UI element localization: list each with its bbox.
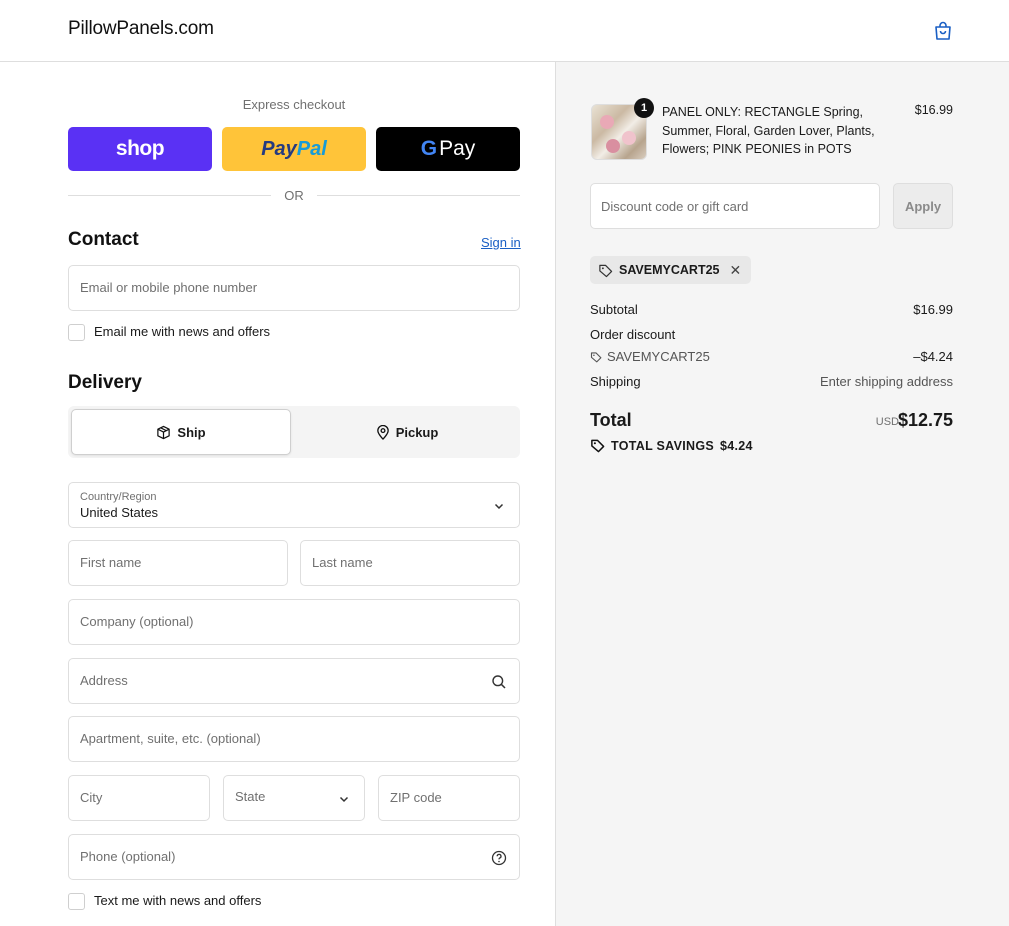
sign-in-link[interactable]: Sign in — [481, 235, 521, 250]
city-field[interactable]: City — [68, 775, 210, 821]
paypal-label-pal: Pal — [296, 137, 327, 160]
order-summary: 1 PANEL ONLY: RECTANGLE Spring, Summer, … — [556, 62, 1009, 926]
google-pay-label: Pay — [439, 137, 476, 160]
tag-icon — [591, 439, 605, 453]
apartment-placeholder: Apartment, suite, etc. (optional) — [80, 731, 261, 746]
email-field[interactable]: Email or mobile phone number — [68, 265, 520, 311]
apply-button[interactable]: Apply — [893, 183, 953, 229]
savings-label: TOTAL SAVINGS — [611, 438, 714, 453]
shipping-label: Shipping — [590, 374, 641, 389]
first-name-field[interactable]: First name — [68, 540, 288, 586]
chevron-down-icon — [339, 796, 349, 803]
flower-shape — [600, 115, 614, 129]
phone-placeholder: Phone (optional) — [80, 849, 176, 864]
text-news-label: Text me with news and offers — [94, 893, 262, 908]
savings-value: $4.24 — [719, 438, 753, 453]
order-discount-label: Order discount — [590, 327, 676, 342]
help-circle-icon[interactable] — [491, 850, 507, 866]
box-icon — [157, 425, 171, 439]
contact-title: Contact — [68, 229, 139, 250]
subtotal-value: $16.99 — [913, 302, 953, 317]
phone-field[interactable]: Phone (optional) — [68, 834, 520, 880]
state-placeholder: State — [235, 789, 266, 804]
first-name-placeholder: First name — [80, 555, 142, 570]
zip-placeholder: ZIP code — [390, 790, 442, 805]
express-checkout-label: Express checkout — [242, 97, 346, 112]
total-value: $12.75 — [897, 410, 953, 430]
google-pay-button[interactable]: G Pay — [376, 127, 520, 171]
checkout-form: Express checkout shop Pay Pal G Pay OR Co… — [0, 62, 556, 926]
last-name-placeholder: Last name — [312, 555, 373, 570]
search-icon — [492, 675, 506, 689]
quantity-badge: 1 — [634, 98, 654, 118]
country-value: United States — [80, 505, 159, 520]
google-g-icon: G — [420, 137, 438, 160]
store-logo[interactable]: PillowPanels.com — [68, 18, 214, 40]
city-placeholder: City — [80, 790, 103, 805]
tag-icon — [590, 351, 602, 362]
paypal-button[interactable]: Pay Pal — [222, 127, 366, 171]
discount-code-text: SAVEMYCART25 — [607, 349, 710, 364]
delivery-method-toggle: Ship Pickup — [68, 406, 520, 458]
chevron-down-icon — [494, 503, 504, 510]
total-savings: TOTAL SAVINGS $4.24 — [590, 438, 753, 453]
pickup-label: Pickup — [395, 424, 439, 440]
paypal-label-pay: Pay — [261, 137, 297, 160]
discount-chip-code: SAVEMYCART25 — [619, 263, 720, 277]
tag-icon — [599, 264, 613, 277]
header: PillowPanels.com — [0, 0, 1009, 62]
shop-pay-label: shop — [115, 137, 165, 160]
country-label: Country/Region — [80, 491, 157, 503]
discount-chip: SAVEMYCART25 ✕ — [590, 256, 752, 284]
zip-field[interactable]: ZIP code — [378, 775, 520, 821]
or-label: OR — [284, 188, 304, 203]
state-select[interactable]: State — [223, 775, 365, 821]
email-news-checkbox[interactable] — [68, 324, 85, 341]
last-name-field[interactable]: Last name — [300, 540, 520, 586]
company-field[interactable]: Company (optional) — [68, 599, 520, 645]
product-price: $16.99 — [914, 103, 953, 117]
or-divider: OR — [68, 186, 520, 204]
email-news-label: Email me with news and offers — [94, 324, 271, 339]
pickup-option[interactable]: Pickup — [297, 409, 517, 455]
discount-code-row: SAVEMYCART25 — [590, 349, 710, 364]
discount-placeholder: Discount code or gift card — [601, 199, 749, 214]
flower-shape — [622, 131, 636, 145]
email-placeholder: Email or mobile phone number — [80, 280, 258, 295]
address-placeholder: Address — [80, 673, 128, 688]
text-news-checkbox[interactable] — [68, 893, 85, 910]
company-placeholder: Company (optional) — [80, 614, 194, 629]
product-name: PANEL ONLY: RECTANGLE Spring, Summer, Fl… — [662, 105, 875, 156]
shop-pay-button[interactable]: shop — [68, 127, 212, 171]
subtotal-label: Subtotal — [590, 302, 638, 317]
shipping-value: Enter shipping address — [820, 374, 953, 389]
address-field[interactable]: Address — [68, 658, 520, 704]
location-pin-icon — [376, 424, 389, 440]
discount-code-field[interactable]: Discount code or gift card — [590, 183, 880, 229]
ship-option[interactable]: Ship — [71, 409, 291, 455]
total-label: Total — [590, 410, 632, 430]
apartment-field[interactable]: Apartment, suite, etc. (optional) — [68, 716, 520, 762]
discount-value: –$4.24 — [913, 349, 953, 364]
delivery-title: Delivery — [68, 372, 142, 393]
remove-discount-icon[interactable]: ✕ — [729, 262, 741, 279]
currency-code: USD — [875, 416, 899, 428]
flower-shape — [606, 139, 620, 153]
shopping-bag-icon[interactable] — [932, 20, 954, 42]
country-select[interactable]: Country/Region United States — [68, 482, 520, 528]
ship-label: Ship — [177, 424, 206, 440]
